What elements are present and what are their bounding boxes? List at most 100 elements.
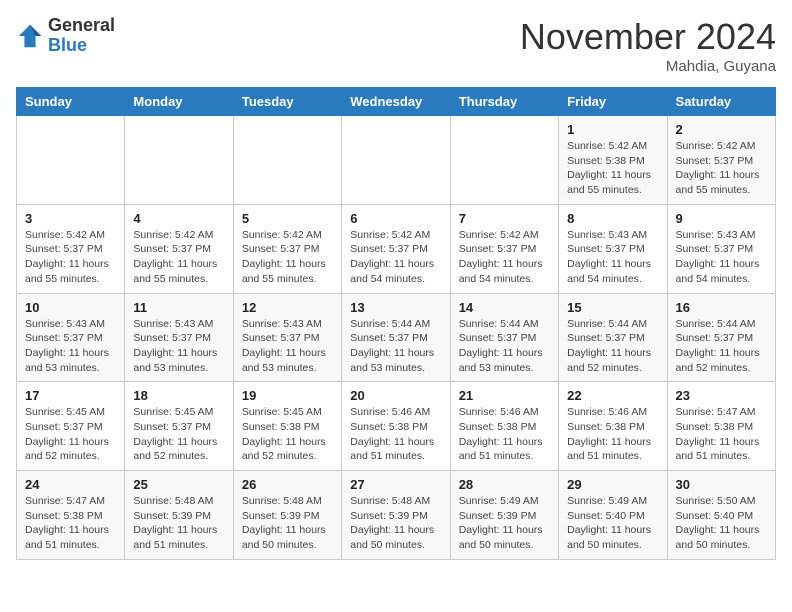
day-info: Sunrise: 5:43 AM Sunset: 5:37 PM Dayligh… xyxy=(25,317,116,376)
calendar-cell: 6Sunrise: 5:42 AM Sunset: 5:37 PM Daylig… xyxy=(342,204,450,293)
calendar-cell: 22Sunrise: 5:46 AM Sunset: 5:38 PM Dayli… xyxy=(559,382,667,471)
calendar-cell: 24 Sunrise: 5:47 AM Sunset: 5:38 PM Dayli… xyxy=(17,471,125,560)
calendar-cell: 21 Sunrise: 5:46 AM Sunset: 5:38 PM Dayli… xyxy=(450,382,558,471)
calendar-cell: 14 Sunrise: 5:44 AM Sunset: 5:37 PM Dayli… xyxy=(450,293,558,382)
day-number: 4 xyxy=(133,211,224,226)
calendar-cell: 25Sunrise: 5:48 AM Sunset: 5:39 PM Dayli… xyxy=(125,471,233,560)
logo-icon xyxy=(16,22,44,50)
calendar-cell: 11 Sunrise: 5:43 AM Sunset: 5:37 PM Dayli… xyxy=(125,293,233,382)
calendar-cell: 9Sunrise: 5:43 AM Sunset: 5:37 PM Daylig… xyxy=(667,204,775,293)
calendar-cell: 30 Sunrise: 5:50 AM Sunset: 5:40 PM Dayli… xyxy=(667,471,775,560)
calendar-week-row: 1 Sunrise: 5:42 AM Sunset: 5:38 PM Daylig… xyxy=(17,116,776,205)
day-info: Sunrise: 5:45 AM Sunset: 5:37 PM Dayligh… xyxy=(133,405,224,464)
day-number: 12 xyxy=(242,300,333,315)
calendar-cell: 18 Sunrise: 5:45 AM Sunset: 5:37 PM Dayli… xyxy=(125,382,233,471)
calendar-cell xyxy=(125,116,233,205)
day-info: Sunrise: 5:48 AM Sunset: 5:39 PM Dayligh… xyxy=(242,494,333,553)
day-info: Sunrise: 5:43 AM Sunset: 5:37 PM Dayligh… xyxy=(676,228,767,287)
day-info: Sunrise: 5:48 AM Sunset: 5:39 PM Dayligh… xyxy=(350,494,441,553)
calendar-cell: 5Sunrise: 5:42 AM Sunset: 5:37 PM Daylig… xyxy=(233,204,341,293)
weekday-header: Saturday xyxy=(667,88,775,116)
day-number: 23 xyxy=(676,388,767,403)
day-number: 1 xyxy=(567,122,658,137)
calendar-week-row: 24 Sunrise: 5:47 AM Sunset: 5:38 PM Dayli… xyxy=(17,471,776,560)
calendar-cell xyxy=(233,116,341,205)
day-number: 27 xyxy=(350,477,441,492)
day-info: Sunrise: 5:42 AM Sunset: 5:37 PM Dayligh… xyxy=(459,228,550,287)
calendar-cell: 4Sunrise: 5:42 AM Sunset: 5:37 PM Daylig… xyxy=(125,204,233,293)
weekday-header: Sunday xyxy=(17,88,125,116)
day-info: Sunrise: 5:49 AM Sunset: 5:40 PM Dayligh… xyxy=(567,494,658,553)
day-info: Sunrise: 5:42 AM Sunset: 5:37 PM Dayligh… xyxy=(242,228,333,287)
day-info: Sunrise: 5:46 AM Sunset: 5:38 PM Dayligh… xyxy=(350,405,441,464)
calendar-cell: 13 Sunrise: 5:44 AM Sunset: 5:37 PM Dayli… xyxy=(342,293,450,382)
day-info: Sunrise: 5:45 AM Sunset: 5:37 PM Dayligh… xyxy=(25,405,116,464)
day-number: 10 xyxy=(25,300,116,315)
title-block: November 2024 Mahdia, Guyana xyxy=(520,16,776,75)
day-number: 7 xyxy=(459,211,550,226)
day-number: 17 xyxy=(25,388,116,403)
logo-general: General xyxy=(48,15,115,35)
logo-blue: Blue xyxy=(48,35,87,55)
day-number: 8 xyxy=(567,211,658,226)
day-number: 30 xyxy=(676,477,767,492)
day-info: Sunrise: 5:50 AM Sunset: 5:40 PM Dayligh… xyxy=(676,494,767,553)
day-info: Sunrise: 5:47 AM Sunset: 5:38 PM Dayligh… xyxy=(25,494,116,553)
calendar-week-row: 3 Sunrise: 5:42 AM Sunset: 5:37 PM Daylig… xyxy=(17,204,776,293)
calendar-cell: 3 Sunrise: 5:42 AM Sunset: 5:37 PM Daylig… xyxy=(17,204,125,293)
calendar-header-row: SundayMondayTuesdayWednesdayThursdayFrid… xyxy=(17,88,776,116)
page-header: General Blue November 2024 Mahdia, Guyan… xyxy=(16,16,776,75)
month-title: November 2024 xyxy=(520,16,776,58)
day-number: 20 xyxy=(350,388,441,403)
calendar-cell: 12 Sunrise: 5:43 AM Sunset: 5:37 PM Dayli… xyxy=(233,293,341,382)
day-info: Sunrise: 5:43 AM Sunset: 5:37 PM Dayligh… xyxy=(133,317,224,376)
calendar-cell: 17 Sunrise: 5:45 AM Sunset: 5:37 PM Dayli… xyxy=(17,382,125,471)
day-number: 26 xyxy=(242,477,333,492)
calendar-week-row: 17 Sunrise: 5:45 AM Sunset: 5:37 PM Dayli… xyxy=(17,382,776,471)
day-number: 24 xyxy=(25,477,116,492)
calendar-cell xyxy=(450,116,558,205)
day-info: Sunrise: 5:45 AM Sunset: 5:38 PM Dayligh… xyxy=(242,405,333,464)
day-number: 3 xyxy=(25,211,116,226)
calendar-cell: 26 Sunrise: 5:48 AM Sunset: 5:39 PM Dayli… xyxy=(233,471,341,560)
day-info: Sunrise: 5:42 AM Sunset: 5:37 PM Dayligh… xyxy=(25,228,116,287)
day-number: 16 xyxy=(676,300,767,315)
day-info: Sunrise: 5:43 AM Sunset: 5:37 PM Dayligh… xyxy=(242,317,333,376)
calendar-cell: 2Sunrise: 5:42 AM Sunset: 5:37 PM Daylig… xyxy=(667,116,775,205)
day-number: 18 xyxy=(133,388,224,403)
logo: General Blue xyxy=(16,16,115,56)
calendar-cell: 1 Sunrise: 5:42 AM Sunset: 5:38 PM Daylig… xyxy=(559,116,667,205)
day-info: Sunrise: 5:44 AM Sunset: 5:37 PM Dayligh… xyxy=(567,317,658,376)
day-info: Sunrise: 5:48 AM Sunset: 5:39 PM Dayligh… xyxy=(133,494,224,553)
day-info: Sunrise: 5:42 AM Sunset: 5:37 PM Dayligh… xyxy=(676,139,767,198)
day-info: Sunrise: 5:42 AM Sunset: 5:38 PM Dayligh… xyxy=(567,139,658,198)
calendar-cell xyxy=(17,116,125,205)
day-number: 13 xyxy=(350,300,441,315)
calendar-cell: 10 Sunrise: 5:43 AM Sunset: 5:37 PM Dayli… xyxy=(17,293,125,382)
calendar-cell: 28Sunrise: 5:49 AM Sunset: 5:39 PM Dayli… xyxy=(450,471,558,560)
calendar-cell: 16 Sunrise: 5:44 AM Sunset: 5:37 PM Dayli… xyxy=(667,293,775,382)
calendar-cell: 19 Sunrise: 5:45 AM Sunset: 5:38 PM Dayli… xyxy=(233,382,341,471)
day-number: 14 xyxy=(459,300,550,315)
day-info: Sunrise: 5:44 AM Sunset: 5:37 PM Dayligh… xyxy=(676,317,767,376)
day-number: 6 xyxy=(350,211,441,226)
calendar-cell: 7 Sunrise: 5:42 AM Sunset: 5:37 PM Daylig… xyxy=(450,204,558,293)
day-number: 29 xyxy=(567,477,658,492)
calendar-cell: 23 Sunrise: 5:47 AM Sunset: 5:38 PM Dayli… xyxy=(667,382,775,471)
day-info: Sunrise: 5:46 AM Sunset: 5:38 PM Dayligh… xyxy=(459,405,550,464)
day-info: Sunrise: 5:44 AM Sunset: 5:37 PM Dayligh… xyxy=(350,317,441,376)
day-number: 11 xyxy=(133,300,224,315)
calendar-table: SundayMondayTuesdayWednesdayThursdayFrid… xyxy=(16,87,776,560)
day-number: 19 xyxy=(242,388,333,403)
calendar-cell: 27 Sunrise: 5:48 AM Sunset: 5:39 PM Dayli… xyxy=(342,471,450,560)
calendar-cell: 15Sunrise: 5:44 AM Sunset: 5:37 PM Dayli… xyxy=(559,293,667,382)
weekday-header: Thursday xyxy=(450,88,558,116)
day-number: 21 xyxy=(459,388,550,403)
day-info: Sunrise: 5:47 AM Sunset: 5:38 PM Dayligh… xyxy=(676,405,767,464)
weekday-header: Monday xyxy=(125,88,233,116)
day-info: Sunrise: 5:44 AM Sunset: 5:37 PM Dayligh… xyxy=(459,317,550,376)
calendar-week-row: 10 Sunrise: 5:43 AM Sunset: 5:37 PM Dayli… xyxy=(17,293,776,382)
day-info: Sunrise: 5:46 AM Sunset: 5:38 PM Dayligh… xyxy=(567,405,658,464)
calendar-cell: 8Sunrise: 5:43 AM Sunset: 5:37 PM Daylig… xyxy=(559,204,667,293)
calendar-cell: 20 Sunrise: 5:46 AM Sunset: 5:38 PM Dayli… xyxy=(342,382,450,471)
